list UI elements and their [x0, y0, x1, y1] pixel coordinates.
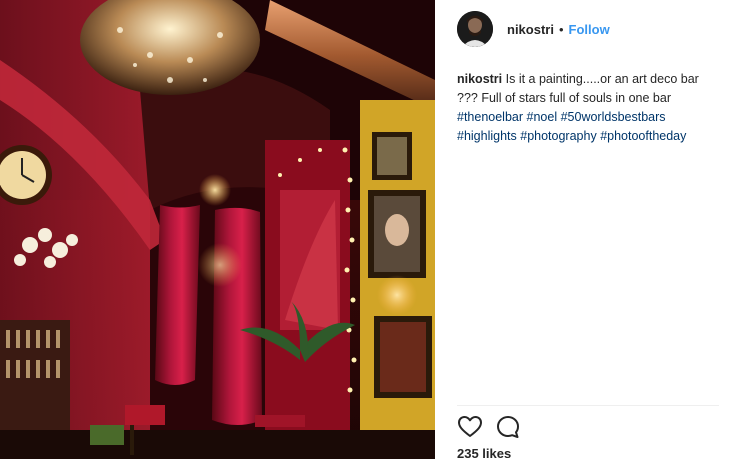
divider — [457, 405, 719, 406]
post-header: nikostri • Follow — [435, 0, 735, 58]
hashtag-link[interactable]: #photography — [520, 129, 596, 143]
avatar-image — [457, 11, 493, 47]
likes-count[interactable]: 235 likes — [457, 446, 511, 459]
username-link[interactable]: nikostri — [507, 22, 554, 37]
heart-icon[interactable] — [457, 414, 483, 440]
hashtag-link[interactable]: #highlights — [457, 129, 517, 143]
separator-dot: • — [558, 21, 564, 37]
post-actions — [457, 414, 521, 440]
hashtag-link[interactable]: #50worldsbestbars — [561, 110, 666, 124]
bar-interior-illustration — [0, 0, 435, 459]
post-photo[interactable] — [0, 0, 435, 459]
caption-username[interactable]: nikostri — [457, 72, 502, 86]
post-sidebar: nikostri • Follow nikostri Is it a paint… — [435, 0, 735, 459]
hashtag-link[interactable]: #photooftheday — [600, 129, 686, 143]
post-caption: nikostri Is it a painting.....or an art … — [457, 70, 719, 146]
hashtag-link[interactable]: #noel — [527, 110, 558, 124]
hashtag-link[interactable]: #thenoelbar — [457, 110, 523, 124]
avatar[interactable] — [457, 11, 493, 47]
follow-button[interactable]: Follow — [569, 22, 610, 37]
comment-icon[interactable] — [495, 414, 521, 440]
